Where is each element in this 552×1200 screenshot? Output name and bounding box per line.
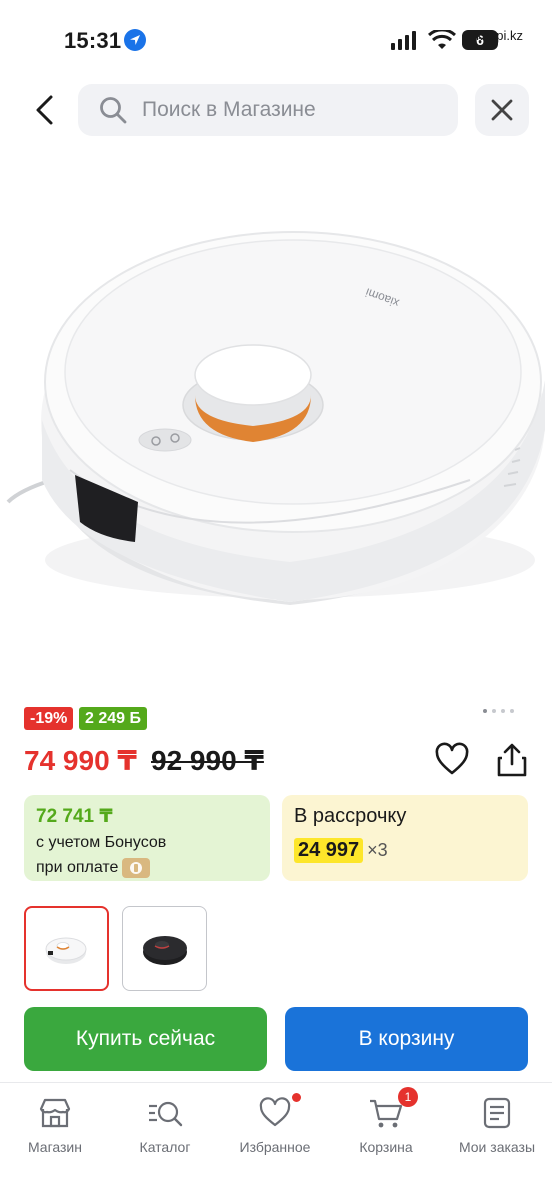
bonus-price-amount: 72 741 ₸	[36, 806, 113, 827]
back-button[interactable]	[24, 88, 64, 132]
store-icon	[37, 1095, 73, 1131]
product-image[interactable]: xiaomi	[0, 150, 552, 690]
close-icon	[491, 99, 513, 121]
tab-favorites[interactable]: Избранное	[220, 1093, 330, 1155]
bonus-price-card[interactable]: 72 741 ₸ с учетом Бонусов при оплате	[24, 795, 270, 881]
status-time: 15:31	[64, 28, 122, 53]
status-bar: 15:31 6 kaspi.kz	[0, 0, 552, 80]
chevron-left-icon	[36, 95, 53, 125]
search-icon	[100, 97, 127, 124]
tab-store-label: Магазин	[27, 1139, 82, 1155]
variant-white-thumbnail	[45, 937, 87, 964]
wifi-icon	[428, 30, 456, 49]
pager-dot[interactable]	[483, 709, 487, 713]
search-bar[interactable]	[78, 84, 458, 136]
tab-catalog[interactable]: Каталог	[110, 1095, 220, 1155]
share-icon	[497, 743, 527, 777]
tab-orders[interactable]: Мои заказы	[442, 1095, 552, 1155]
status-domain: kaspi.kz	[476, 28, 523, 43]
variant-black[interactable]	[122, 906, 207, 991]
variant-black-thumbnail	[143, 936, 187, 965]
tab-store[interactable]: Магазин	[0, 1095, 110, 1155]
installment-months: ×3	[367, 840, 388, 860]
bonus-price-line2-row: при оплате	[36, 858, 258, 878]
installment-row: 24 997 ×3	[294, 838, 516, 863]
image-pager[interactable]	[483, 709, 514, 713]
cart-count-badge: 1	[398, 1087, 418, 1107]
discount-badge: -19%	[24, 707, 74, 730]
cellular-signal-icon	[391, 31, 416, 50]
bottom-tab-bar: Магазин Каталог Избранное 1 Корзина Мои …	[0, 1082, 552, 1200]
bonus-price-line2: при оплате	[36, 859, 119, 877]
share-button[interactable]	[492, 740, 532, 780]
close-button[interactable]	[475, 84, 529, 136]
price-old: 92 990 ₸	[151, 745, 264, 776]
pager-dot[interactable]	[492, 709, 496, 713]
heart-icon	[257, 1093, 301, 1131]
installment-title: В рассрочку	[294, 805, 407, 827]
bonus-badge: 2 249 Б	[79, 707, 147, 730]
add-to-cart-button[interactable]: В корзину	[285, 1007, 528, 1071]
tab-favorites-label: Избранное	[239, 1139, 311, 1155]
installment-card[interactable]: В рассрочку 24 997 ×3	[282, 795, 528, 881]
heart-icon	[435, 742, 469, 775]
location-arrow-icon	[124, 29, 146, 51]
search-input[interactable]	[142, 98, 422, 122]
tab-cart-label: Корзина	[359, 1139, 413, 1155]
robot-vacuum-illustration: xiaomi	[6, 231, 545, 605]
installment-monthly: 24 997	[294, 838, 364, 863]
pager-dot[interactable]	[510, 709, 514, 713]
cart-icon: 1	[368, 1087, 418, 1131]
price-current: 74 990 ₸	[24, 745, 137, 776]
pager-dot[interactable]	[501, 709, 505, 713]
favorite-button[interactable]	[432, 740, 472, 780]
orders-icon	[479, 1095, 515, 1131]
tab-orders-label: Мои заказы	[458, 1139, 536, 1155]
kaspi-pay-icon	[122, 858, 151, 878]
bonus-price-line1: с учетом Бонусов	[36, 834, 167, 851]
variant-white[interactable]	[24, 906, 109, 991]
buy-now-button[interactable]: Купить сейчас	[24, 1007, 267, 1071]
favorites-notification-dot	[292, 1093, 301, 1102]
catalog-search-icon	[147, 1095, 183, 1131]
tab-cart[interactable]: 1 Корзина	[331, 1087, 441, 1155]
tab-catalog-label: Каталог	[139, 1139, 191, 1155]
